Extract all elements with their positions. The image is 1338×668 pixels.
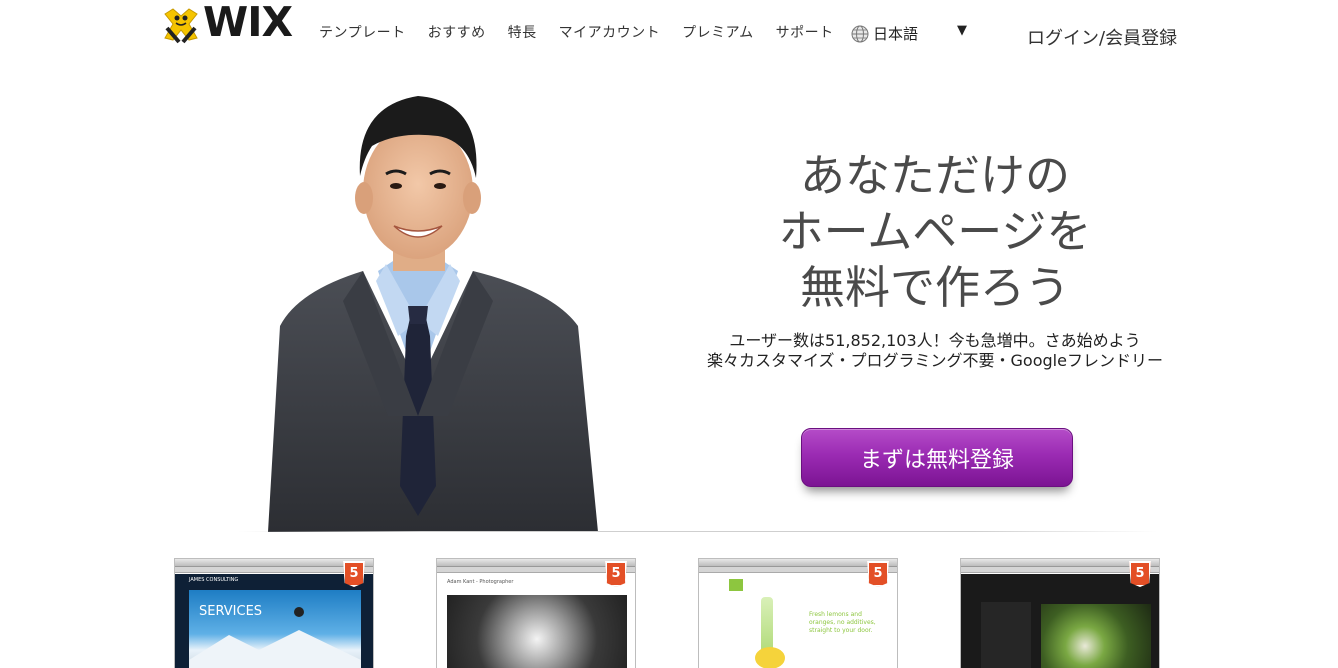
main-nav: テンプレート おすすめ 特長 マイアカウント プレミアム サポート xyxy=(319,22,856,42)
section-divider xyxy=(238,531,1158,532)
template-thumbnail[interactable]: Adam Kant - Photographer 5 xyxy=(436,558,636,668)
login-signup-link[interactable]: ログイン/会員登録 xyxy=(1027,24,1177,50)
hero-person-image xyxy=(268,86,598,532)
browser-toolbar xyxy=(175,567,373,573)
template-hero-image xyxy=(447,595,627,668)
language-selector[interactable]: 日本語 xyxy=(851,23,918,44)
template-name: Adam Kant - Photographer xyxy=(447,579,514,585)
template-tagline: Fresh lemons and oranges, no additives, … xyxy=(809,611,876,634)
template-hero-image xyxy=(1041,604,1151,668)
hero-title-line: ホームページを xyxy=(778,205,1092,258)
template-name: JAMES CONSULTING xyxy=(189,577,239,583)
lemon-image xyxy=(755,647,785,668)
html5-badge-icon: 5 xyxy=(605,561,627,587)
template-hero-image: SERVICES xyxy=(189,590,361,668)
hero-title: あなただけの ホームページを 無料で作ろう xyxy=(760,148,1110,316)
browser-toolbar xyxy=(699,567,897,573)
browser-toolbar xyxy=(961,567,1159,573)
html5-badge-icon: 5 xyxy=(1129,561,1151,587)
nav-my-account[interactable]: マイアカウント xyxy=(559,22,661,42)
free-signup-button[interactable]: まずは無料登録 xyxy=(801,428,1073,487)
nav-features[interactable]: 特長 xyxy=(508,22,537,42)
browser-toolbar xyxy=(437,567,635,573)
wix-logo[interactable]: WIX xyxy=(163,0,299,46)
template-sidebar xyxy=(981,602,1031,668)
hero-subtitle-line: ユーザー数は51,852,103人！今も急増中。さあ始めよう xyxy=(729,331,1141,350)
mountain-icon xyxy=(189,607,361,668)
html5-badge-icon: 5 xyxy=(867,561,889,587)
template-preview: JAMES CONSULTING SERVICES xyxy=(175,574,373,668)
template-logo xyxy=(729,579,743,591)
nav-premium[interactable]: プレミアム xyxy=(682,22,754,42)
chevron-down-icon[interactable]: ▼ xyxy=(957,23,967,38)
language-label: 日本語 xyxy=(873,25,919,43)
globe-icon xyxy=(851,25,869,42)
template-thumbnail[interactable]: JAMES CONSULTING SERVICES 5 xyxy=(174,558,374,668)
hero-subtitle: ユーザー数は51,852,103人！今も急増中。さあ始めよう 楽々カスタマイズ・… xyxy=(700,331,1170,371)
nav-recommended[interactable]: おすすめ xyxy=(428,22,486,42)
logo-text: WIX xyxy=(203,0,293,46)
nav-support[interactable]: サポート xyxy=(776,22,834,42)
template-preview xyxy=(961,574,1159,668)
nav-templates[interactable]: テンプレート xyxy=(319,22,406,42)
hero-title-line: あなただけの xyxy=(799,149,1070,202)
hero-subtitle-line: 楽々カスタマイズ・プログラミング不要・Googleフレンドリー xyxy=(707,351,1163,370)
template-thumbnail[interactable]: Fresh lemons and oranges, no additives, … xyxy=(698,558,898,668)
html5-badge-icon: 5 xyxy=(343,561,365,587)
template-thumbnail[interactable]: 5 xyxy=(960,558,1160,668)
hero-title-line: 無料で作ろう xyxy=(799,261,1070,314)
